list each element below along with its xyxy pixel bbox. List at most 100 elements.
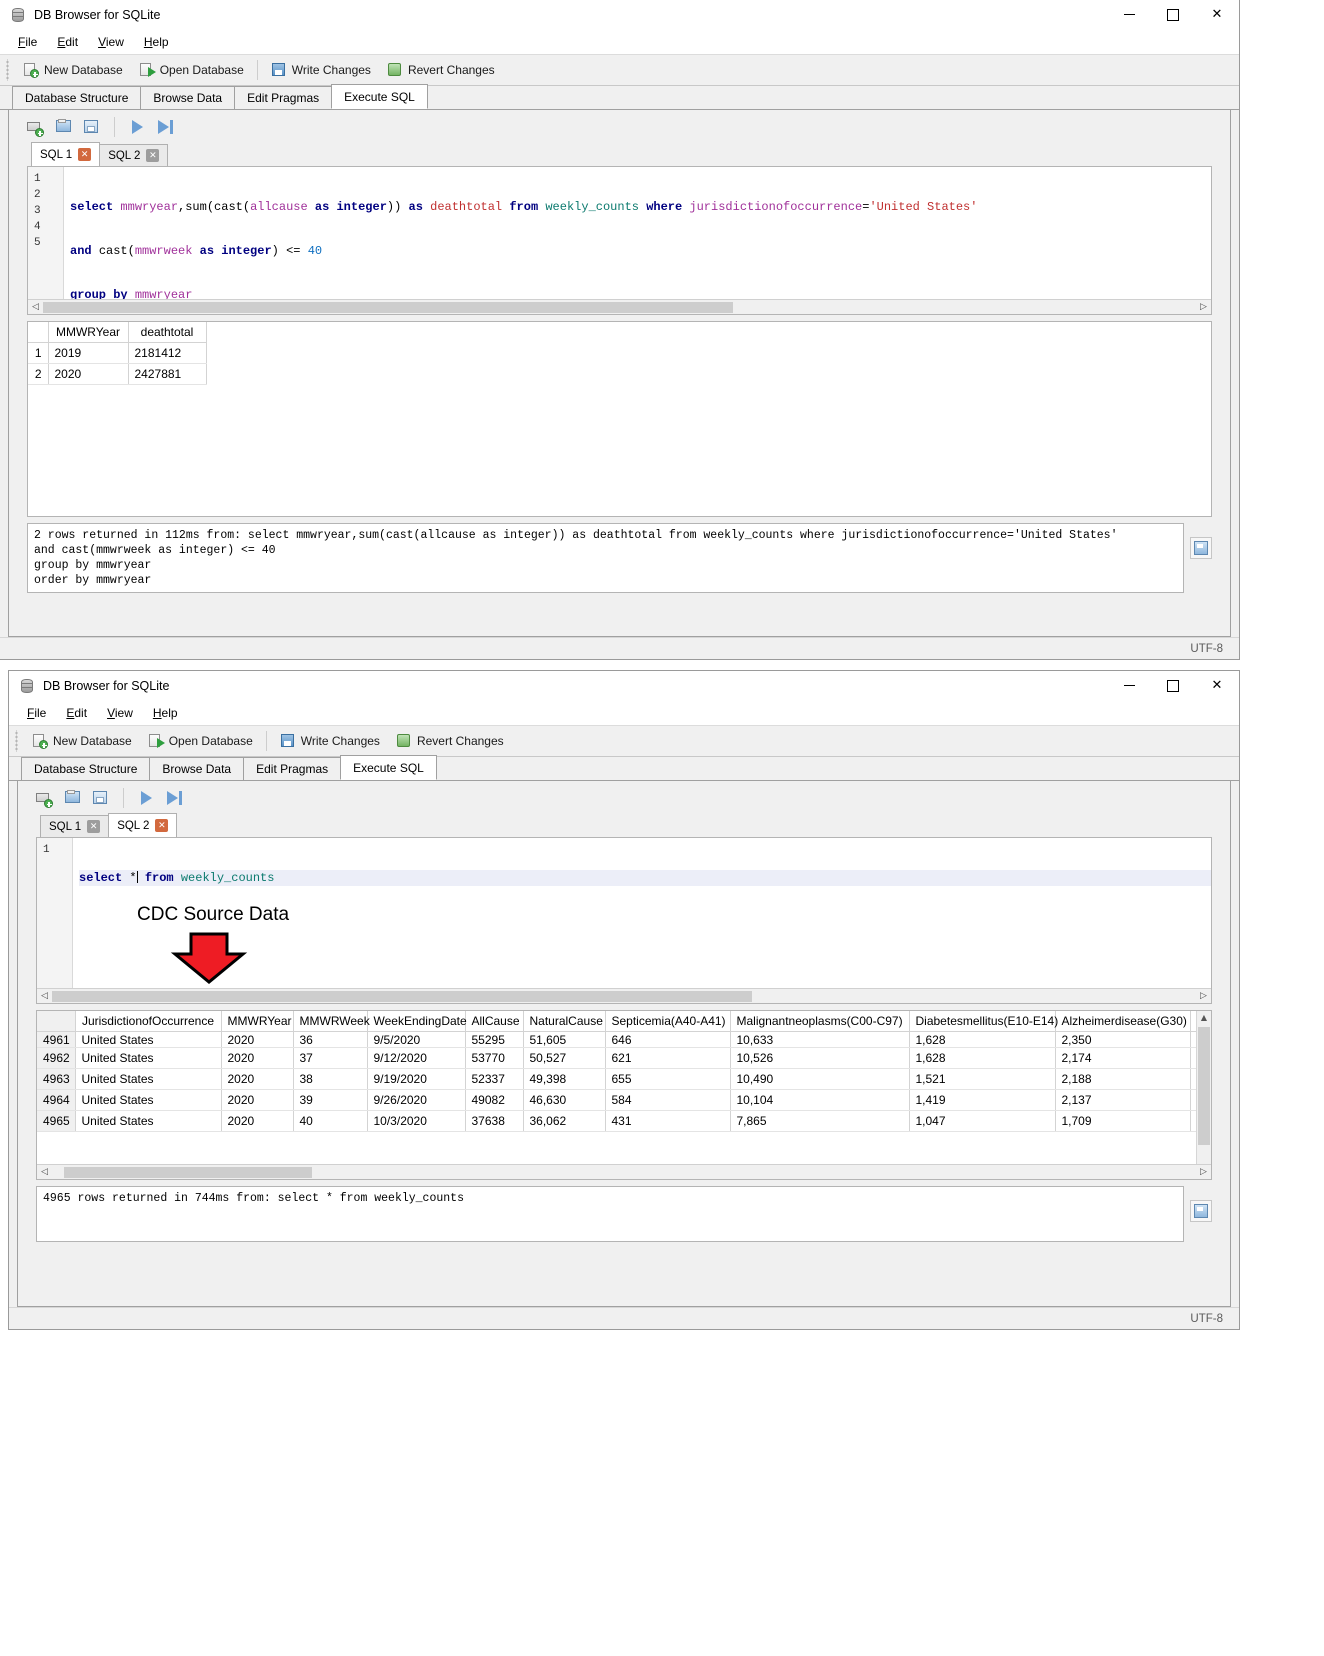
save-results-button-2[interactable] [1190, 1200, 1212, 1222]
cell-mmwrweek[interactable]: 36 [293, 1031, 368, 1048]
cell-naturalcause[interactable]: 46,630 [523, 1089, 606, 1111]
scroll-up-icon[interactable]: ▲ [1197, 1011, 1211, 1025]
window-1-titlebar[interactable]: DB Browser for SQLite ✕ [0, 0, 1239, 30]
cell-weekendingdate[interactable]: 10/3/2020 [367, 1110, 466, 1132]
column-header-mmwryear[interactable]: MMWRYear [48, 322, 129, 343]
scroll-right-icon[interactable]: ▷ [1196, 991, 1211, 1001]
column-header-diabetesmellitus[interactable]: Diabetesmellitus(E10-E14) [909, 1011, 1058, 1032]
sql-tab-2-close-icon[interactable]: ✕ [155, 819, 169, 832]
editor-2-hscrollbar[interactable]: ◁ ▷ [37, 988, 1211, 1003]
menu-view[interactable]: View [97, 704, 143, 722]
open-sql-tab-icon[interactable] [34, 787, 56, 809]
save-results-button-1[interactable] [1190, 537, 1212, 559]
cell-septicemia[interactable]: 621 [605, 1047, 731, 1069]
cell-naturalcause[interactable]: 36,062 [523, 1110, 606, 1132]
sql-tab-1[interactable]: SQL 1 ✕ [40, 815, 110, 837]
scroll-right-icon[interactable]: ▷ [1196, 302, 1211, 312]
tab-edit-pragmas[interactable]: Edit Pragmas [234, 86, 333, 109]
cell-diabetesmellitus[interactable]: 1,047 [909, 1110, 1056, 1132]
new-database-button[interactable]: New Database [24, 730, 140, 752]
cell-allcause[interactable]: 52337 [465, 1068, 524, 1090]
db-browser-window-2[interactable]: DB Browser for SQLite ✕ File Edit View H… [8, 670, 1240, 1330]
sql-tab-2[interactable]: SQL 2 ✕ [99, 144, 169, 166]
column-header-mmwrweek[interactable]: MMWRWeek [293, 1011, 370, 1032]
menu-help[interactable]: Help [134, 33, 179, 51]
open-database-button[interactable]: Open Database [131, 59, 252, 81]
cell-mmwrweek[interactable]: 40 [293, 1110, 368, 1132]
results-grid-2-vscrollbar[interactable]: ▲ ▼ [1196, 1011, 1211, 1179]
cell-weekendingdate[interactable]: 9/26/2020 [367, 1089, 466, 1111]
menu-help[interactable]: Help [143, 704, 188, 722]
new-database-button[interactable]: New Database [15, 59, 131, 81]
cell-jurisdiction[interactable]: United States [75, 1068, 222, 1090]
write-changes-button[interactable]: Write Changes [272, 730, 388, 752]
cell-septicemia[interactable]: 655 [605, 1068, 731, 1090]
toolbar-grip[interactable] [4, 59, 12, 81]
results-grid-2-hscroll-thumb[interactable] [64, 1166, 312, 1178]
save-sql-file-icon[interactable] [90, 787, 112, 809]
cell-allcause[interactable]: 49082 [465, 1089, 524, 1111]
column-header-naturalcause[interactable]: NaturalCause [523, 1011, 606, 1032]
window-2-tabstrip[interactable]: Database Structure Browse Data Edit Prag… [9, 755, 1239, 781]
cell-mmwrweek[interactable]: 38 [293, 1068, 368, 1090]
results-grid-2-hscroll-track[interactable] [52, 1165, 1196, 1179]
cell-mmwryear[interactable]: 2020 [221, 1068, 294, 1090]
menu-edit[interactable]: Edit [47, 33, 88, 51]
open-sql-tab-icon[interactable] [25, 116, 47, 138]
sql-tab-2[interactable]: SQL 2 ✕ [108, 813, 178, 837]
tab-execute-sql[interactable]: Execute SQL [331, 84, 428, 109]
open-sql-file-icon[interactable] [53, 116, 75, 138]
sql-tab-1[interactable]: SQL 1 ✕ [31, 142, 101, 166]
close-button[interactable]: ✕ [1195, 0, 1239, 30]
sql-tab-2-close-icon[interactable]: ✕ [146, 149, 160, 162]
sql-tab-1-close-icon[interactable]: ✕ [87, 820, 101, 833]
cell-malignantneoplasms[interactable]: 10,633 [730, 1031, 910, 1048]
cell-mmwrweek[interactable]: 37 [293, 1047, 368, 1069]
cell-weekendingdate[interactable]: 9/5/2020 [367, 1031, 466, 1048]
cell-jurisdiction[interactable]: United States [75, 1110, 222, 1132]
tab-edit-pragmas[interactable]: Edit Pragmas [243, 757, 342, 780]
write-changes-button[interactable]: Write Changes [263, 59, 379, 81]
cell-allcause[interactable]: 37638 [465, 1110, 524, 1132]
cell-malignantneoplasms[interactable]: 10,104 [730, 1089, 910, 1111]
cell-allcause[interactable]: 53770 [465, 1047, 524, 1069]
cell-malignantneoplasms[interactable]: 7,865 [730, 1110, 910, 1132]
execute-sql-icon[interactable] [126, 116, 148, 138]
editor-2-hscroll-thumb[interactable] [52, 990, 752, 1002]
column-header-deathtotal[interactable]: deathtotal [128, 322, 207, 343]
tab-execute-sql[interactable]: Execute SQL [340, 755, 437, 780]
menu-file[interactable]: File [17, 704, 56, 722]
menu-file[interactable]: File [8, 33, 47, 51]
open-sql-file-icon[interactable] [62, 787, 84, 809]
toolbar-grip[interactable] [13, 730, 21, 752]
table-row[interactable]: 4965 United States 2020 40 10/3/2020 37638 36,… [37, 1110, 1211, 1132]
scroll-left-icon[interactable]: ◁ [37, 1167, 52, 1177]
tab-browse-data[interactable]: Browse Data [140, 86, 236, 109]
revert-changes-button[interactable]: Revert Changes [388, 730, 512, 752]
table-row[interactable]: 4962 United States 2020 37 9/12/2020 53770 50,… [37, 1047, 1211, 1069]
sql-tabstrip-2[interactable]: SQL 1 ✕ SQL 2 ✕ [18, 813, 1230, 837]
cell-mmwryear[interactable]: 2020 [221, 1089, 294, 1111]
cell-mmwryear[interactable]: 2020 [221, 1031, 294, 1048]
tab-database-structure[interactable]: Database Structure [21, 757, 151, 780]
results-grid-1[interactable]: MMWRYear deathtotal 1 2019 2181412 2 202… [27, 321, 1212, 517]
cell-allcause[interactable]: 55295 [465, 1031, 524, 1048]
table-row[interactable]: 1 2019 2181412 [28, 342, 207, 364]
cell-alzheimerdisease[interactable]: 2,350 [1055, 1031, 1191, 1048]
cell-malignantneoplasms[interactable]: 10,490 [730, 1068, 910, 1090]
sql-toolbar-1[interactable] [9, 110, 1230, 144]
close-button[interactable]: ✕ [1195, 671, 1239, 701]
results-grid-2[interactable]: JurisdictionofOccurrence MMWRYear MMWRWe… [36, 1010, 1212, 1180]
cell-diabetesmellitus[interactable]: 1,419 [909, 1089, 1056, 1111]
cell-septicemia[interactable]: 646 [605, 1031, 731, 1048]
editor-1-code[interactable]: select mmwryear,sum(cast(allcause as int… [64, 167, 1211, 299]
column-header-malignantneoplasms[interactable]: Malignantneoplasms(C00-C97) [730, 1011, 910, 1032]
cell-naturalcause[interactable]: 50,527 [523, 1047, 606, 1069]
table-row[interactable]: 2 2020 2427881 [28, 363, 207, 385]
cell-alzheimerdisease[interactable]: 1,709 [1055, 1110, 1191, 1132]
sql-tab-1-close-icon[interactable]: ✕ [78, 148, 92, 161]
cell-mmwrweek[interactable]: 39 [293, 1089, 368, 1111]
column-header-allcause[interactable]: AllCause [465, 1011, 524, 1032]
table-row[interactable]: 4964 United States 2020 39 9/26/2020 49082 46,… [37, 1089, 1211, 1111]
sql-toolbar-2[interactable] [18, 781, 1230, 815]
